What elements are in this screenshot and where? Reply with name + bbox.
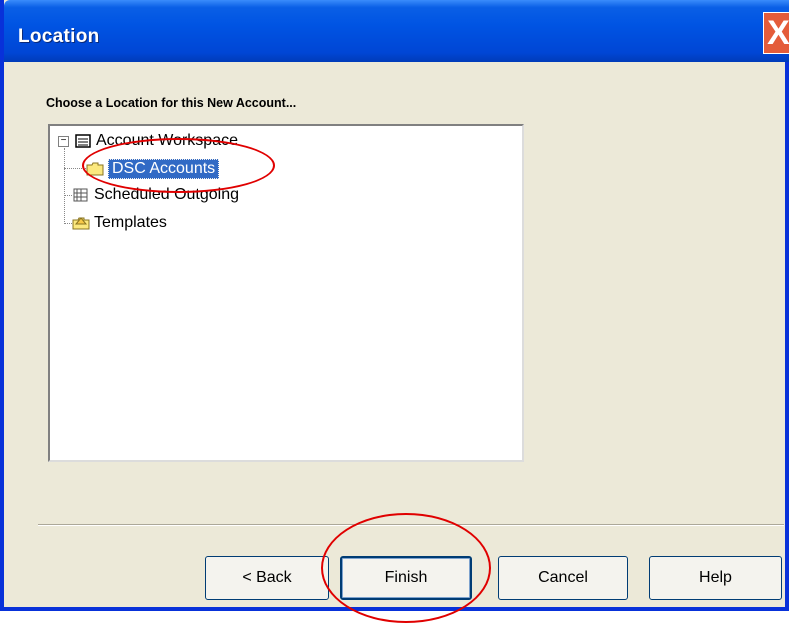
help-button[interactable]: Help (649, 556, 782, 600)
tree-connector (64, 148, 65, 224)
window-title: Location (18, 26, 100, 47)
location-tree[interactable]: − Account Workspace DSC Accounts Schedul… (48, 124, 524, 462)
finish-button[interactable]: Finish (340, 556, 472, 600)
scheduled-icon (73, 188, 88, 202)
location-prompt: Choose a Location for this New Account..… (46, 96, 297, 110)
title-bar: Location X (4, 0, 789, 62)
tray-icon (75, 134, 91, 148)
tree-item-label: Scheduled Outgoing (94, 186, 239, 203)
location-dialog: Location X Choose a Location for this Ne… (0, 0, 789, 611)
tree-item-scheduled-outgoing[interactable]: Scheduled Outgoing (72, 186, 239, 204)
tree-item-label: Account Workspace (96, 132, 238, 149)
dialog-separator (38, 524, 784, 526)
tree-item-dsc-accounts[interactable]: DSC Accounts (86, 159, 220, 179)
close-button[interactable]: X (763, 12, 789, 54)
tree-item-templates[interactable]: Templates (72, 214, 167, 232)
tree-item-account-workspace[interactable]: − Account Workspace (58, 132, 238, 150)
tree-connector (64, 168, 86, 169)
back-button[interactable]: < Back (205, 556, 329, 600)
collapse-toggle-icon[interactable]: − (58, 135, 69, 147)
cancel-button[interactable]: Cancel (498, 556, 628, 600)
tree-item-label: DSC Accounts (108, 159, 220, 179)
tree-connector (64, 195, 72, 196)
tree-item-label: Templates (94, 214, 167, 231)
templates-folder-icon (72, 217, 90, 230)
folder-icon (86, 162, 104, 176)
tree-connector (64, 223, 72, 224)
